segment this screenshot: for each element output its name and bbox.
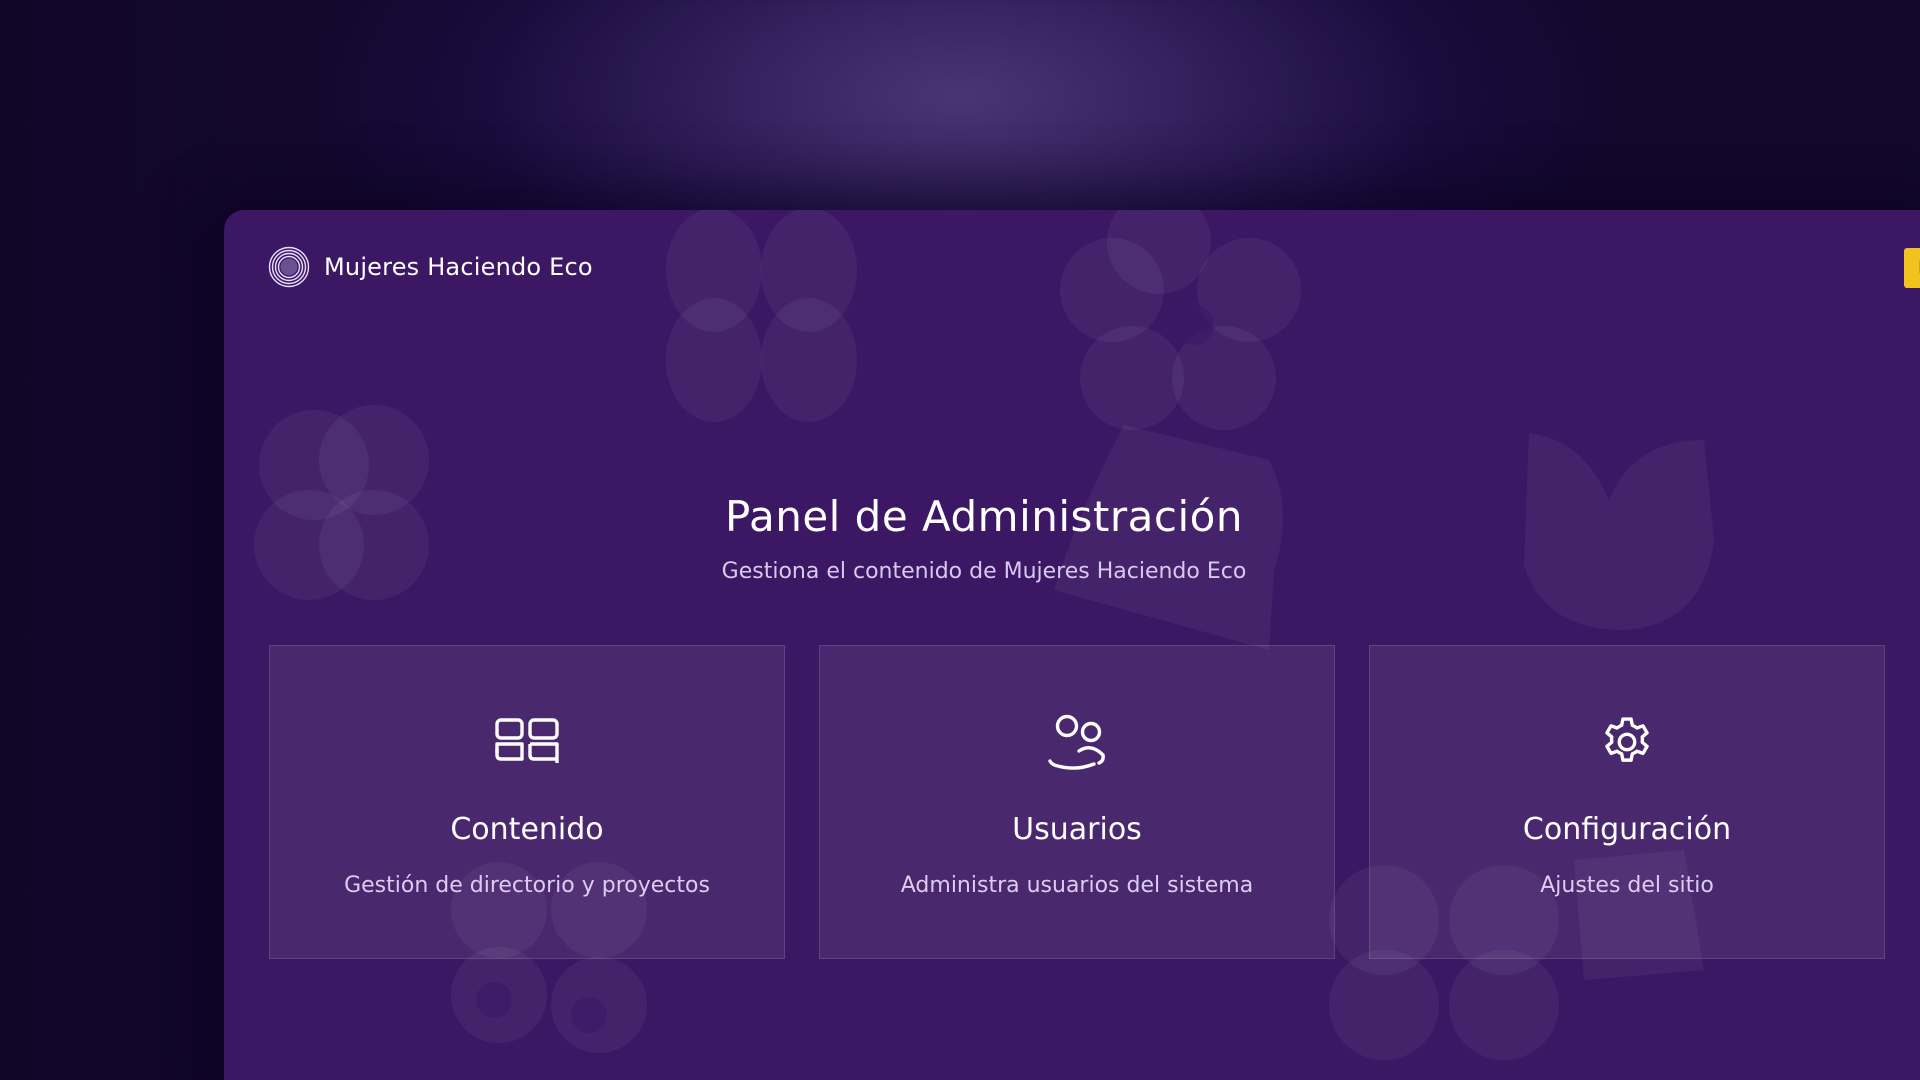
card-title: Contenido bbox=[450, 812, 604, 847]
users-icon bbox=[1043, 708, 1111, 776]
concentric-circles-logo-icon bbox=[268, 246, 310, 288]
gear-icon bbox=[1593, 708, 1661, 776]
admin-window: Mujeres Haciendo Eco E Panel de Administ… bbox=[224, 210, 1920, 1080]
card-title: Configuración bbox=[1522, 812, 1732, 847]
brand-link[interactable]: Mujeres Haciendo Eco bbox=[268, 246, 593, 288]
content-card[interactable]: Contenido Gestión de directorio y proyec… bbox=[269, 645, 785, 959]
card-description: Gestión de directorio y proyectos bbox=[344, 873, 710, 898]
admin-cards: Contenido Gestión de directorio y proyec… bbox=[269, 645, 1885, 959]
top-bar: Mujeres Haciendo Eco E bbox=[224, 210, 1920, 320]
page-title: Panel de Administración bbox=[725, 492, 1243, 541]
user-avatar-button[interactable]: E bbox=[1904, 248, 1920, 288]
card-description: Ajustes del sitio bbox=[1540, 873, 1714, 898]
card-title: Usuarios bbox=[1012, 812, 1142, 847]
brand-name: Mujeres Haciendo Eco bbox=[324, 253, 593, 281]
card-description: Administra usuarios del sistema bbox=[900, 873, 1254, 898]
hero-section: Panel de Administración Gestiona el cont… bbox=[268, 492, 1700, 584]
page-subtitle: Gestiona el contenido de Mujeres Haciend… bbox=[721, 559, 1247, 584]
content-blocks-icon bbox=[493, 708, 561, 776]
settings-card[interactable]: Configuración Ajustes del sitio bbox=[1369, 645, 1885, 959]
users-card[interactable]: Usuarios Administra usuarios del sistema bbox=[819, 645, 1335, 959]
